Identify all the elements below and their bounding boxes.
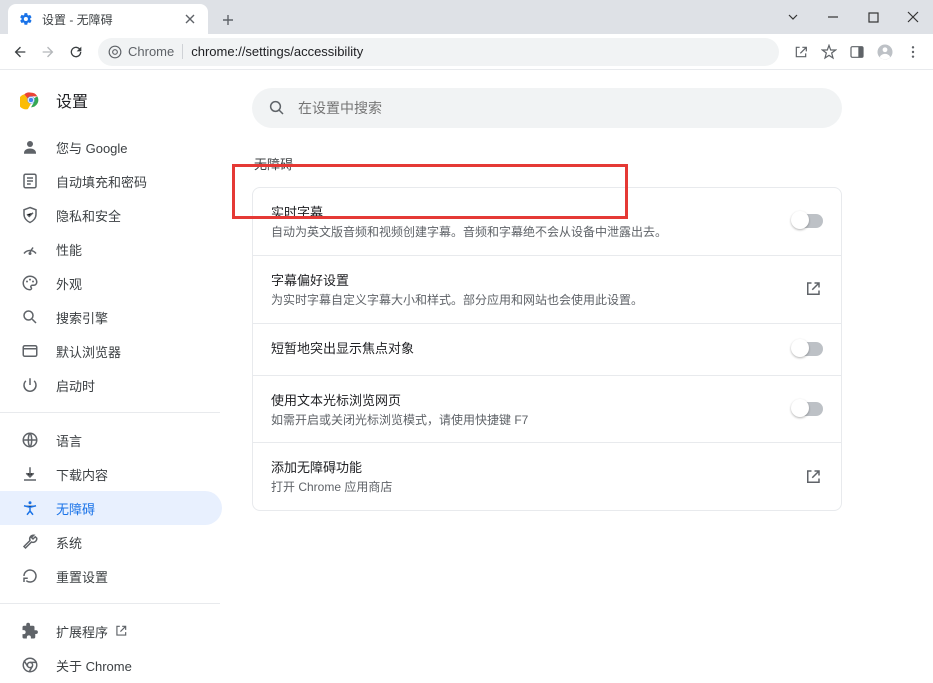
reload-button[interactable] <box>62 38 90 66</box>
tab-strip: 设置 - 无障碍 <box>0 0 933 34</box>
main-content: 无障碍 实时字幕自动为英文版音频和视频创建字幕。音频和字幕绝不会从设备中泄露出去… <box>232 70 933 683</box>
gear-icon <box>18 11 34 27</box>
address-bar[interactable]: Chrome chrome://settings/accessibility <box>98 38 779 66</box>
sidebar-item-label: 关于 Chrome <box>56 656 132 675</box>
sidebar-item[interactable]: 搜索引擎 <box>0 300 222 334</box>
toggle-switch[interactable] <box>793 402 823 416</box>
sidebar-item[interactable]: 扩展程序 <box>0 614 222 648</box>
browser-tab[interactable]: 设置 - 无障碍 <box>8 4 208 34</box>
accessibility-icon <box>20 498 40 518</box>
settings-row[interactable]: 使用文本光标浏览网页如需开启或关闭光标浏览模式，请使用快捷键 F7 <box>253 376 841 444</box>
row-subtitle: 如需开启或关闭光标浏览模式，请使用快捷键 F7 <box>271 412 793 429</box>
chrome-logo-icon <box>20 89 42 111</box>
settings-row[interactable]: 字幕偏好设置为实时字幕自定义字幕大小和样式。部分应用和网站也会使用此设置。 <box>253 256 841 324</box>
close-window-button[interactable] <box>893 2 933 32</box>
search-input[interactable] <box>298 100 826 116</box>
toggle-switch[interactable] <box>793 342 823 356</box>
reset-icon <box>20 566 40 586</box>
close-icon[interactable] <box>182 11 198 27</box>
sidebar-item-label: 重置设置 <box>56 567 108 586</box>
sidebar-item[interactable]: 无障碍 <box>0 491 222 525</box>
section-title: 无障碍 <box>254 154 893 173</box>
download-icon <box>20 464 40 484</box>
sidebar: 设置 您与 Google 自动填充和密码隐私和安全性能外观搜索引擎默认浏览器启动时… <box>0 70 232 683</box>
row-subtitle: 自动为英文版音频和视频创建字幕。音频和字幕绝不会从设备中泄露出去。 <box>271 224 793 241</box>
row-title: 实时字幕 <box>271 202 793 221</box>
settings-search[interactable] <box>252 88 842 128</box>
wrench-icon <box>20 532 40 552</box>
speed-icon <box>20 239 40 259</box>
site-chip: Chrome <box>108 44 183 59</box>
sidebar-item[interactable]: 默认浏览器 <box>0 334 222 368</box>
sidebar-item-label: 下载内容 <box>56 465 108 484</box>
sidebar-item-label: 性能 <box>56 240 82 259</box>
sidebar-item-label: 语言 <box>56 431 82 450</box>
power-icon <box>20 375 40 395</box>
sidebar-item[interactable]: 重置设置 <box>0 559 222 593</box>
sidebar-item[interactable]: 启动时 <box>0 368 222 402</box>
sidebar-item-label: 外观 <box>56 274 82 293</box>
new-tab-button[interactable] <box>214 6 242 34</box>
browser-icon <box>20 341 40 361</box>
row-subtitle: 打开 Chrome 应用商店 <box>271 479 803 496</box>
tab-title: 设置 - 无障碍 <box>42 11 182 28</box>
sidebar-item-label: 默认浏览器 <box>56 342 121 361</box>
sidebar-item[interactable]: 下载内容 <box>0 457 222 491</box>
sidebar-item-label: 扩展程序 <box>56 622 108 641</box>
maximize-button[interactable] <box>853 2 893 32</box>
sidebar-item[interactable]: 语言 <box>0 423 222 457</box>
globe-icon <box>20 430 40 450</box>
sidebar-item[interactable]: 性能 <box>0 232 222 266</box>
sidebar-item[interactable]: 关于 Chrome <box>0 648 222 682</box>
sidebar-item[interactable]: 自动填充和密码 <box>0 164 222 198</box>
shield-icon <box>20 205 40 225</box>
sidebar-item-label: 无障碍 <box>56 499 95 518</box>
row-title: 添加无障碍功能 <box>271 457 803 476</box>
toggle-switch[interactable] <box>793 214 823 228</box>
external-link-icon <box>114 624 128 638</box>
sidebar-item-label: 您与 Google <box>56 138 128 157</box>
settings-row[interactable]: 短暂地突出显示焦点对象 <box>253 324 841 376</box>
person-icon <box>20 137 40 157</box>
sidebar-item-label: 启动时 <box>56 376 95 395</box>
sidebar-separator <box>0 412 220 413</box>
sidebar-item[interactable]: 系统 <box>0 525 222 559</box>
sidebar-separator <box>0 603 220 604</box>
toolbar: Chrome chrome://settings/accessibility <box>0 34 933 70</box>
extension-icon <box>20 621 40 641</box>
url-text: chrome://settings/accessibility <box>191 44 363 59</box>
external-link-icon <box>803 279 823 299</box>
menu-icon[interactable] <box>899 38 927 66</box>
settings-row[interactable]: 添加无障碍功能打开 Chrome 应用商店 <box>253 443 841 510</box>
row-title: 字幕偏好设置 <box>271 270 803 289</box>
row-title: 使用文本光标浏览网页 <box>271 390 793 409</box>
bookmark-icon[interactable] <box>815 38 843 66</box>
external-link-icon <box>803 467 823 487</box>
profile-icon[interactable] <box>871 38 899 66</box>
chrome-icon <box>20 655 40 675</box>
back-button[interactable] <box>6 38 34 66</box>
row-subtitle: 为实时字幕自定义字幕大小和样式。部分应用和网站也会使用此设置。 <box>271 292 803 309</box>
sidebar-header: 设置 <box>0 88 232 130</box>
forward-button[interactable] <box>34 38 62 66</box>
sidebar-title: 设置 <box>56 88 88 112</box>
settings-row[interactable]: 实时字幕自动为英文版音频和视频创建字幕。音频和字幕绝不会从设备中泄露出去。 <box>253 188 841 256</box>
sidebar-item[interactable]: 您与 Google <box>0 130 222 164</box>
sidebar-item-label: 系统 <box>56 533 82 552</box>
autofill-icon <box>20 171 40 191</box>
minimize-button[interactable] <box>813 2 853 32</box>
search-icon <box>268 99 286 117</box>
sidebar-item[interactable]: 隐私和安全 <box>0 198 222 232</box>
palette-icon <box>20 273 40 293</box>
search-icon <box>20 307 40 327</box>
row-title: 短暂地突出显示焦点对象 <box>271 338 793 357</box>
settings-card: 实时字幕自动为英文版音频和视频创建字幕。音频和字幕绝不会从设备中泄露出去。字幕偏… <box>252 187 842 511</box>
side-panel-icon[interactable] <box>843 38 871 66</box>
chevron-down-icon[interactable] <box>773 2 813 32</box>
sidebar-item-label: 隐私和安全 <box>56 206 121 225</box>
sidebar-item-label: 自动填充和密码 <box>56 172 147 191</box>
sidebar-item[interactable]: 外观 <box>0 266 222 300</box>
sidebar-item-label: 搜索引擎 <box>56 308 108 327</box>
share-icon[interactable] <box>787 38 815 66</box>
